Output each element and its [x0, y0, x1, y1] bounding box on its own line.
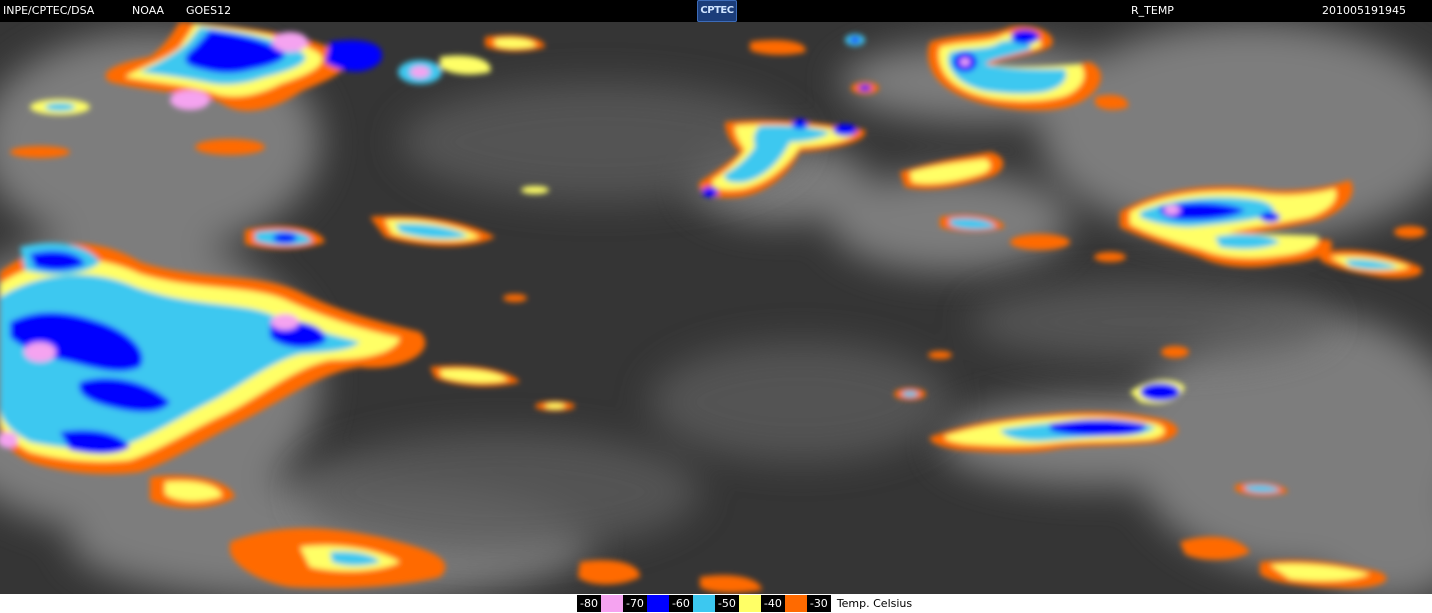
legend-label: -80	[577, 595, 601, 612]
source-label: INPE/CPTEC/DSA	[3, 4, 95, 17]
legend-swatch	[784, 595, 807, 612]
satellite-image	[0, 22, 1432, 594]
legend-label: -60	[668, 595, 693, 612]
legend-label: -70	[622, 595, 647, 612]
legend-swatch	[646, 595, 669, 612]
legend-swatch	[738, 595, 761, 612]
legend-label: -50	[714, 595, 739, 612]
satellite-label: GOES12	[186, 4, 232, 17]
temperature-legend: -80 -70 -60 -50 -40 -30 Temp. Celsius	[577, 595, 913, 612]
logo-text: CPTEC	[700, 5, 734, 16]
legend-swatch	[692, 595, 715, 612]
agency-label: NOAA	[132, 4, 165, 17]
cptec-logo: CPTEC	[697, 0, 737, 22]
timestamp-label: 201005191945	[1322, 4, 1406, 17]
legend-unit: Temp. Celsius	[830, 595, 913, 612]
legend-label: -40	[760, 595, 785, 612]
legend-label: -30	[806, 595, 831, 612]
legend-swatch	[600, 595, 623, 612]
product-label: R_TEMP	[1131, 4, 1174, 17]
